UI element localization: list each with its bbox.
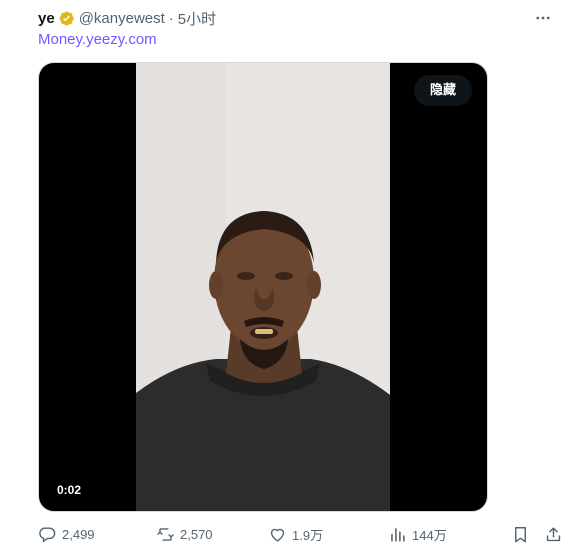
share-button[interactable] [544,525,563,544]
post-time[interactable]: 5小时 [178,8,216,29]
view-count: 144万 [412,527,447,543]
bookmark-button[interactable] [511,525,530,544]
share-icon [546,526,561,541]
secondary-actions [511,525,563,544]
post-text: Money.yeezy.com [38,31,157,48]
views-button[interactable]: 144万 [388,525,508,544]
hide-button[interactable]: 隐藏 [413,75,472,106]
reply-icon [39,526,56,543]
repost-icon [157,527,174,541]
action-bar: 2,499 2,570 1.9万 144万 [38,522,563,546]
heart-icon [270,528,285,542]
verified-badge-icon[interactable] [58,10,75,27]
video-frame[interactable] [136,63,390,511]
reply-button[interactable]: 2,499 [38,525,156,544]
tweet-header: ye @kanyewest · 5小时 [38,8,555,28]
more-icon[interactable] [531,6,555,30]
video-player[interactable]: 隐藏 0:02 [38,62,488,512]
like-button[interactable]: 1.9万 [268,525,388,544]
repost-count: 2,570 [180,526,213,542]
views-icon [391,527,405,542]
author-display-name[interactable]: ye [38,10,55,27]
tweet: ye @kanyewest · 5小时 Money.yeezy.com 隐藏 0… [0,0,567,555]
author-handle[interactable]: @kanyewest [79,10,165,27]
separator-dot: · [168,9,174,27]
post-link[interactable]: Money.yeezy.com [38,31,157,48]
video-still-image [136,63,390,511]
bookmark-icon [515,526,526,542]
video-timestamp: 0:02 [49,481,90,499]
reply-count: 2,499 [62,526,95,542]
repost-button[interactable]: 2,570 [156,525,268,544]
like-count: 1.9万 [292,527,324,543]
